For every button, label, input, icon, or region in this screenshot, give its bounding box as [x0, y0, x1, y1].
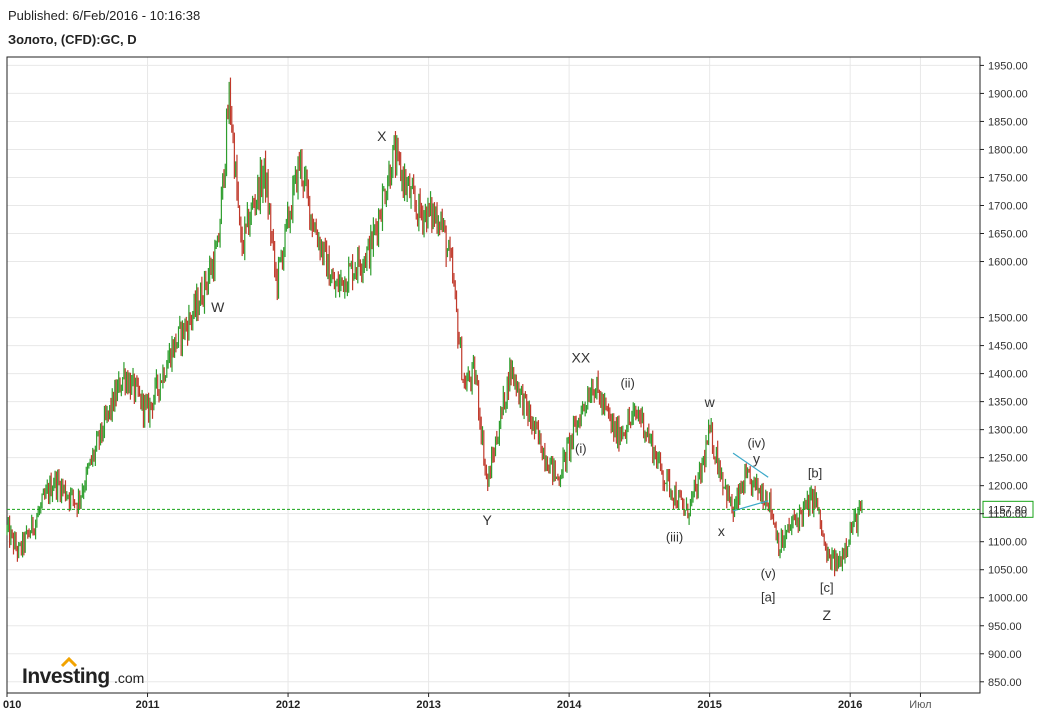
- y-tick-label: 1400.00: [988, 369, 1028, 381]
- y-tick-label: 1800.00: [988, 144, 1028, 156]
- x-tick-label: 2012: [276, 699, 300, 711]
- y-tick-label: 1300.00: [988, 425, 1028, 437]
- current-price-line-group: 1157.80: [7, 500, 1034, 518]
- x-axis-ticks: 010 2011 2012 2013 2014 2015 2016 Июл: [3, 693, 932, 711]
- wave-label: (iii): [666, 530, 683, 545]
- wave-label: X: [377, 128, 387, 144]
- y-axis-ticks: 850.00 900.00 950.00 1000.00 1050.00 1100.00 1…: [980, 60, 1028, 689]
- x-tick-label: 2016: [838, 699, 862, 711]
- y-tick-label: 1000.00: [988, 593, 1028, 605]
- wave-label: [b]: [808, 465, 822, 480]
- y-tick-label: 850.00: [988, 677, 1022, 689]
- y-tick-label: 1350.00: [988, 397, 1028, 409]
- y-tick-label: 1750.00: [988, 172, 1028, 184]
- wave-label: Z: [822, 607, 831, 623]
- wave-label: (iv): [747, 436, 765, 451]
- wave-label: (v): [761, 566, 776, 581]
- y-tick-label: 1500.00: [988, 313, 1028, 325]
- y-tick-label: 1850.00: [988, 116, 1028, 128]
- y-tick-label: 1900.00: [988, 88, 1028, 100]
- y-tick-label: 1950.00: [988, 60, 1028, 72]
- wave-label: (i): [575, 441, 587, 456]
- x-tick-label: 010: [3, 699, 21, 711]
- wave-label: [a]: [761, 590, 775, 605]
- logo-suffix: .com: [114, 670, 144, 686]
- x-tick-label: 2015: [697, 699, 721, 711]
- wave-labels: W X Y XX (i) (ii) w (iii) x (iv)y [b] (v) [a] [c] Z: [211, 128, 833, 623]
- wave-label: y: [753, 450, 760, 466]
- x-tick-label: 2013: [416, 699, 440, 711]
- y-tick-label: 1050.00: [988, 565, 1028, 577]
- y-tick-label: 1650.00: [988, 229, 1028, 241]
- y-tick-label: 950.00: [988, 621, 1022, 633]
- wave-label: Y: [482, 512, 492, 528]
- y-tick-label: 1200.00: [988, 481, 1028, 493]
- y-tick-label: 1600.00: [988, 257, 1028, 269]
- wave-label: w: [704, 394, 716, 410]
- wave-label: W: [211, 299, 225, 315]
- x-tick-label: 2014: [557, 699, 582, 711]
- wave-label: (ii): [620, 376, 634, 391]
- investing-logo: Investing .com: [22, 656, 144, 688]
- candlestick-series: [6, 77, 863, 577]
- x-tick-label: Июл: [909, 699, 931, 711]
- y-tick-label: 1150.00: [988, 509, 1027, 521]
- y-tick-label: 1700.00: [988, 200, 1028, 212]
- y-tick-label: 900.00: [988, 649, 1022, 661]
- y-tick-label: 1250.00: [988, 453, 1028, 465]
- price-chart[interactable]: 1157.80 850.00 900.00 950.00 1000.00 1050.00…: [0, 0, 1037, 717]
- chart-grid: [6, 57, 980, 693]
- wave-label: XX: [571, 349, 590, 365]
- y-tick-label: 1100.00: [988, 537, 1027, 549]
- wave-label: [c]: [820, 580, 834, 595]
- y-tick-label: 1450.00: [988, 341, 1028, 353]
- x-tick-label: 2011: [136, 699, 160, 711]
- wave-label: x: [718, 523, 725, 539]
- logo-wordmark: Investing: [22, 665, 110, 688]
